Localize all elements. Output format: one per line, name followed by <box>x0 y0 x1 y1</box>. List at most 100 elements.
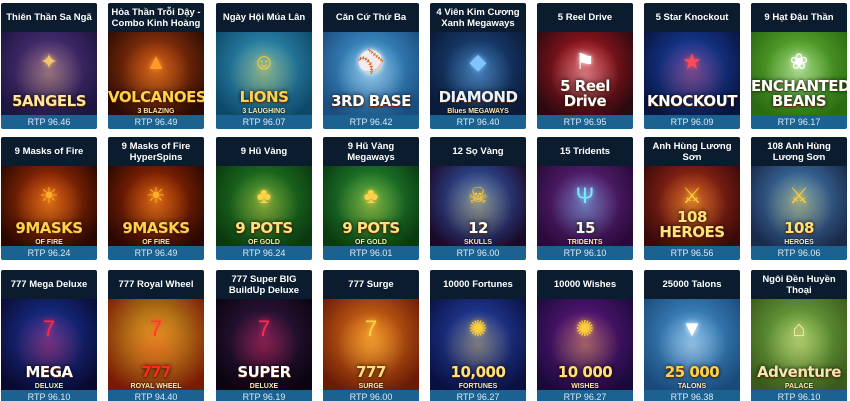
fire-mask-icon: ☀ <box>39 183 59 208</box>
rtp-value: RTP 96.27 <box>537 390 633 401</box>
rtp-value: RTP 96.27 <box>430 390 526 401</box>
game-title: 777 Surge <box>323 270 419 299</box>
game-thumbnail[interactable]: ⚑ 5 Reel Drive <box>537 32 633 115</box>
game-logo: 777 <box>141 363 171 381</box>
baseball-player-icon: ⚾ <box>357 49 385 74</box>
rtp-value: RTP 96.95 <box>537 115 633 129</box>
game-thumbnail[interactable]: ❀ ENCHANTED BEANS <box>751 32 847 115</box>
sevens-icon: 7 <box>364 316 378 341</box>
game-thumbnail[interactable]: ♣ OF GOLD 9 POTS <box>323 166 419 246</box>
game-thumbnail[interactable]: ⚔ 108 HEROES <box>644 166 740 246</box>
rtp-value: RTP 96.10 <box>537 246 633 260</box>
rtp-value: RTP 96.56 <box>644 246 740 260</box>
game-logo-subtitle: TALONS <box>677 383 707 390</box>
game-tile[interactable]: 9 Hũ Vàng ♣ OF GOLD 9 POTS RTP 96.24 <box>216 137 312 260</box>
game-thumbnail[interactable]: 7 ROYAL WHEEL 777 <box>108 299 204 390</box>
game-logo: 108 HEROES <box>659 208 725 241</box>
game-tile[interactable]: Ngôi Đền Huyền Thoại ⌂ PALACE Adventure RTP … <box>751 270 847 401</box>
game-tile[interactable]: 777 Royal Wheel 7 ROYAL WHEEL 777 RTP 94.40 <box>108 270 204 401</box>
game-tile[interactable]: Ngày Hội Múa Lân ☺ 3 LAUGHING LIONS RTP 96.0… <box>216 3 312 129</box>
game-logo: 9MASKS <box>15 219 83 237</box>
game-logo-subtitle: 3 LAUGHING <box>242 108 286 115</box>
volcano-icon: ▲ <box>145 49 167 74</box>
game-thumbnail[interactable]: 7 DELUXE MEGA <box>1 299 97 390</box>
game-thumbnail[interactable]: ★ KNOCKOUT <box>644 32 740 115</box>
game-tile[interactable]: 108 Anh Hùng Lương Sơn ⚔ HEROES 108 RTP 96.0… <box>751 137 847 260</box>
game-thumbnail[interactable]: ⚔ HEROES 108 <box>751 166 847 246</box>
game-thumbnail[interactable]: Ψ TRIDENTS 15 <box>537 166 633 246</box>
game-title: 5 Star Knockout <box>644 3 740 32</box>
game-thumbnail[interactable]: ♣ OF GOLD 9 POTS <box>216 166 312 246</box>
game-tile[interactable]: 9 Masks of Fire ☀ OF FIRE 9MASKS RTP 96.24 <box>1 137 97 260</box>
game-tile[interactable]: 10000 Wishes ✺ WISHES 10 000 RTP 96.27 <box>537 270 633 401</box>
game-logo: 9 POTS <box>342 219 400 237</box>
game-logo: SUPER <box>237 363 291 381</box>
game-title: 777 Mega Deluxe <box>1 270 97 299</box>
game-tile[interactable]: 10000 Fortunes ✺ FORTUNES 10,000 RTP 96.27 <box>430 270 526 401</box>
game-tile[interactable]: 12 Sọ Vàng ☠ SKULLS 12 RTP 96.00 <box>430 137 526 260</box>
game-logo-subtitle: SKULLS <box>464 239 492 246</box>
game-tile[interactable]: 25000 Talons ▼ TALONS 25 000 RTP 96.38 <box>644 270 740 401</box>
game-logo-subtitle: ROYAL WHEEL <box>130 383 182 390</box>
game-thumbnail[interactable]: ⌂ PALACE Adventure <box>751 299 847 390</box>
game-grid: Thiên Thần Sa Ngã ✦ 5ANGELS RTP 96.46 Hỏa Th… <box>0 0 850 401</box>
game-logo: MEGA <box>25 363 73 381</box>
game-thumbnail[interactable]: ☺ 3 LAUGHING LIONS <box>216 32 312 115</box>
game-thumbnail[interactable]: ◆ Blues MEGAWAYS DIAMOND <box>430 32 526 115</box>
game-tile[interactable]: 777 Mega Deluxe 7 DELUXE MEGA RTP 96.10 <box>1 270 97 401</box>
game-thumbnail[interactable]: ▼ TALONS 25 000 <box>644 299 740 390</box>
game-thumbnail[interactable]: ✦ 5ANGELS <box>1 32 97 115</box>
game-title: Căn Cứ Thứ Ba <box>323 3 419 32</box>
game-title: 25000 Talons <box>644 270 740 299</box>
game-title: 5 Reel Drive <box>537 3 633 32</box>
game-logo-subtitle: 3 BLAZING <box>137 108 175 115</box>
game-tile[interactable]: 5 Star Knockout ★ KNOCKOUT RTP 96.09 <box>644 3 740 129</box>
game-logo: 15 <box>575 219 595 237</box>
game-tile[interactable]: 9 Masks of Fire HyperSpins ☀ OF FIRE 9MASKS… <box>108 137 204 260</box>
game-tile[interactable]: 9 Hũ Vàng Megaways ♣ OF GOLD 9 POTS RTP 96.0… <box>323 137 419 260</box>
rtp-value: RTP 96.00 <box>430 246 526 260</box>
game-tile[interactable]: Hỏa Thần Trỗi Dậy - Combo Kinh Hoàng ▲ 3 B… <box>108 3 204 129</box>
game-thumbnail[interactable]: 7 DELUXE SUPER <box>216 299 312 390</box>
rtp-value: RTP 96.24 <box>216 246 312 260</box>
lion-icon: ☺ <box>252 49 276 74</box>
game-title: 9 Hạt Đậu Thần <box>751 3 847 32</box>
rtp-value: RTP 96.38 <box>644 390 740 401</box>
game-thumbnail[interactable]: ✺ WISHES 10 000 <box>537 299 633 390</box>
game-tile[interactable]: 777 Surge 7 SURGE 777 RTP 96.00 <box>323 270 419 401</box>
sevens-icon: 7 <box>42 316 56 341</box>
game-title: Thiên Thần Sa Ngã <box>1 3 97 32</box>
game-logo: LIONS <box>239 88 289 106</box>
rtp-value: RTP 96.10 <box>751 390 847 401</box>
sugar-skull-icon: ☠ <box>468 183 488 208</box>
game-logo: 5ANGELS <box>11 92 87 110</box>
game-logo-subtitle: PALACE <box>784 383 814 390</box>
game-tile[interactable]: Anh Hùng Lương Sơn ⚔ 108 HEROES RTP 96.56 <box>644 137 740 260</box>
game-logo-subtitle: OF GOLD <box>355 239 387 246</box>
game-tile[interactable]: 9 Hạt Đậu Thần ❀ ENCHANTED BEANS RTP 96.17 <box>751 3 847 129</box>
game-title: 9 Masks of Fire <box>1 137 97 166</box>
game-thumbnail[interactable]: ☠ SKULLS 12 <box>430 166 526 246</box>
game-thumbnail[interactable]: ▲ 3 BLAZING VOLCANOES <box>108 32 204 115</box>
game-thumbnail[interactable]: ☀ OF FIRE 9MASKS <box>1 166 97 246</box>
race-car-icon: ⚑ <box>575 49 595 74</box>
fire-mask-icon: ☀ <box>146 183 166 208</box>
game-thumbnail[interactable]: 7 SURGE 777 <box>323 299 419 390</box>
game-tile[interactable]: 15 Tridents Ψ TRIDENTS 15 RTP 96.10 <box>537 137 633 260</box>
game-title: 108 Anh Hùng Lương Sơn <box>751 137 847 166</box>
game-tile[interactable]: 5 Reel Drive ⚑ 5 Reel Drive RTP 96.95 <box>537 3 633 129</box>
rtp-value: RTP 96.10 <box>1 390 97 401</box>
game-thumbnail[interactable]: ☀ OF FIRE 9MASKS <box>108 166 204 246</box>
game-thumbnail[interactable]: ⚾ 3RD BASE <box>323 32 419 115</box>
rtp-value: RTP 96.06 <box>751 246 847 260</box>
game-tile[interactable]: Căn Cứ Thứ Ba ⚾ 3RD BASE RTP 96.42 <box>323 3 419 129</box>
game-logo-subtitle: OF FIRE <box>142 239 170 246</box>
game-thumbnail[interactable]: ✺ FORTUNES 10,000 <box>430 299 526 390</box>
game-tile[interactable]: 4 Viên Kim Cương Xanh Megaways ◆ Blues MEG… <box>430 3 526 129</box>
game-title: 10000 Fortunes <box>430 270 526 299</box>
game-logo-subtitle: OF FIRE <box>35 239 63 246</box>
game-tile[interactable]: Thiên Thần Sa Ngã ✦ 5ANGELS RTP 96.46 <box>1 3 97 129</box>
game-tile[interactable]: 777 Super BIG BuildUp Deluxe 7 DELUXE SUPER… <box>216 270 312 401</box>
game-title: 10000 Wishes <box>537 270 633 299</box>
game-logo: ENCHANTED BEANS <box>751 77 847 110</box>
